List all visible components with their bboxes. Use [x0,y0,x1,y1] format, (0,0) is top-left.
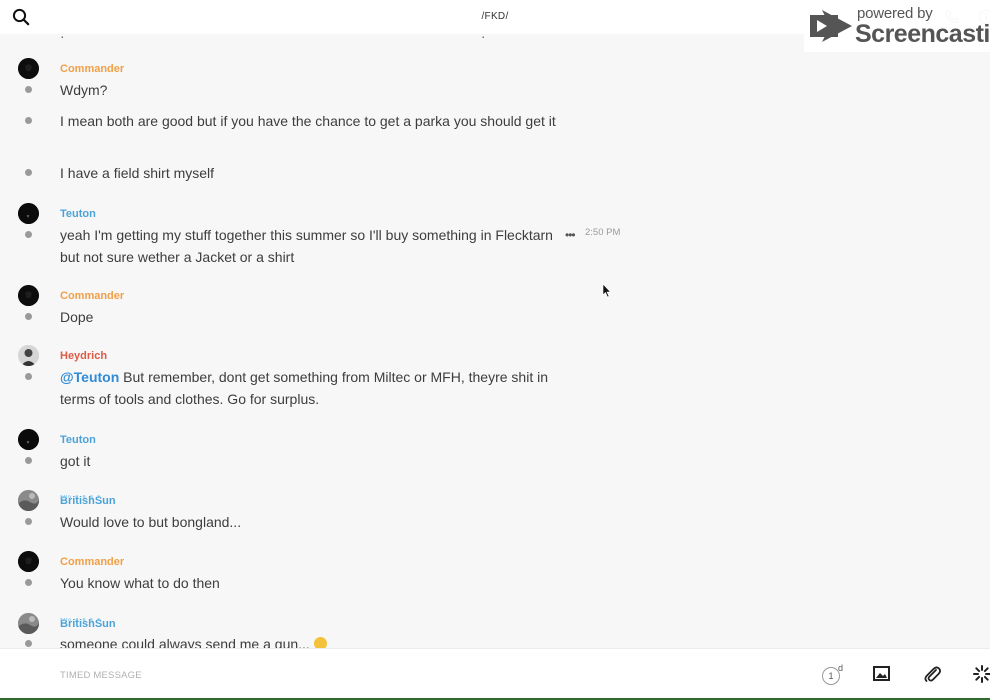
avatar-britishsun[interactable] [18,490,39,511]
read-dot [25,373,32,380]
timer-unit: d [838,663,844,673]
avatar-heydrich[interactable] [18,345,39,366]
message-author[interactable]: Heydrich [60,349,107,363]
read-dot [25,231,32,238]
message-text: You know what to do then [60,575,220,591]
message-timestamp: 2:50 PM [585,227,621,238]
read-dot [25,518,32,525]
read-dot [25,457,32,464]
read-dot [25,313,32,320]
avatar-britishsun[interactable] [18,613,39,634]
message-feed: · · Commander Wdym? I mean both are good… [0,34,990,648]
message-text-body: But remember, dont get something from Mi… [60,369,548,407]
read-dot [25,117,32,124]
read-dot [25,86,32,93]
message-text: I have a field shirt myself [60,165,215,181]
message-text-body: someone could always send me a gun... [60,636,314,648]
message-author[interactable]: ˢᵘⁿ ᵃ ᵃ ᵃ ᵃ BritishSun [60,493,116,508]
mouse-cursor-icon [602,284,612,298]
paperclip-icon[interactable] [921,663,943,685]
message-author[interactable]: Teuton [60,433,96,447]
image-icon[interactable] [871,663,893,685]
message-more-icon[interactable]: ••• [565,229,576,241]
message-text: Dope [60,309,94,325]
message-text: got it [60,453,91,469]
avatar-teuton[interactable] [18,429,39,450]
message-text: yeah I'm getting my stuff together this … [60,227,553,265]
message-author[interactable]: Commander [60,555,124,569]
message-text: someone could always send me a gun... [60,634,565,648]
message-author[interactable]: Teuton [60,207,96,221]
composer-bar: 1 d [0,648,990,698]
avatar-teuton[interactable] [18,203,39,224]
grinning-emoji-icon [313,637,327,648]
message-text: I mean both are good but if you have the… [60,113,556,129]
spinner-icon[interactable] [971,663,990,685]
name-decoration: ˢᵘⁿ ᵃ ᵃ ᵃ ᵃ [60,616,102,625]
name-decoration: ˢᵘⁿ ᵃ ᵃ ᵃ ᵃ [60,493,102,502]
read-dot [25,169,32,176]
avatar-commander[interactable] [18,58,39,79]
message-text: Would love to but bongland... [60,514,242,530]
message-author[interactable]: ˢᵘⁿ ᵃ ᵃ ᵃ ᵃ BritishSun [60,616,116,631]
message-text: @Teuton But remember, dont get something… [60,367,565,410]
timer-button[interactable]: 1 d [822,663,844,685]
message-author[interactable]: Commander [60,289,124,303]
message-author[interactable]: Commander [60,62,124,76]
avatar-commander[interactable] [18,285,39,306]
read-dot [25,579,32,586]
message-text: Wdym? [60,82,108,98]
read-dot [25,640,32,647]
avatar-commander[interactable] [18,551,39,572]
user-mention[interactable]: @Teuton [60,369,119,385]
clipped-previous-message: · · [60,34,486,44]
timed-message-input[interactable] [60,666,660,684]
